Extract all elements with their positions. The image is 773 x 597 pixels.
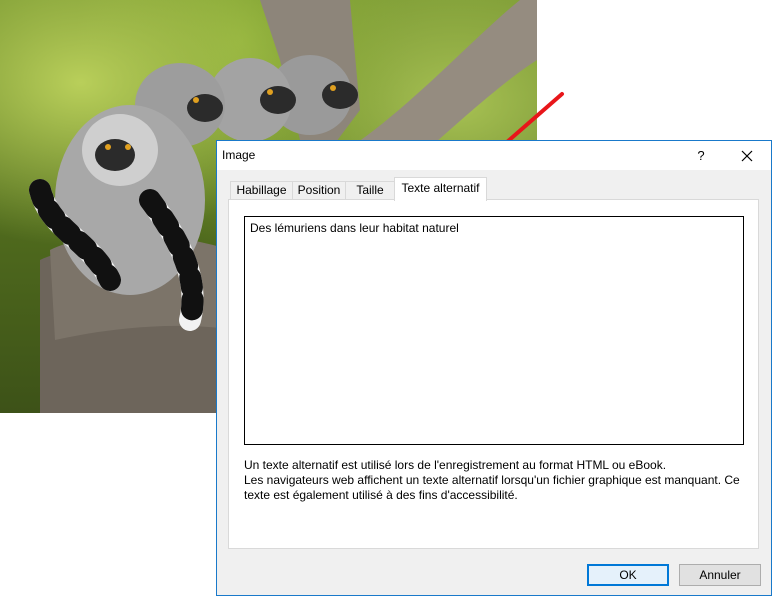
tab-texte-alternatif[interactable]: Texte alternatif [394, 177, 487, 201]
description-line: texte est également utilisé à des fins d… [244, 488, 518, 502]
close-button[interactable] [729, 141, 765, 170]
tab-habillage[interactable]: Habillage [230, 181, 293, 200]
image-dialog: Image ? Habillage Position Taille Texte … [216, 140, 772, 596]
alt-text-field[interactable]: Des lémuriens dans leur habitat naturel [244, 216, 744, 445]
help-button[interactable]: ? [689, 141, 713, 170]
title-bar: Image ? [217, 141, 771, 170]
description-line: Les navigateurs web affichent un texte a… [244, 473, 740, 487]
tab-taille[interactable]: Taille [345, 181, 395, 200]
ok-button[interactable]: OK [587, 564, 669, 586]
tab-panel: Des lémuriens dans leur habitat naturel … [228, 199, 759, 549]
cancel-button[interactable]: Annuler [679, 564, 761, 586]
description-line: Un texte alternatif est utilisé lors de … [244, 458, 667, 472]
tab-position[interactable]: Position [292, 181, 346, 200]
close-icon [741, 150, 753, 162]
alt-text-description: Un texte alternatif est utilisé lors de … [244, 458, 749, 503]
dialog-title: Image [222, 148, 256, 162]
